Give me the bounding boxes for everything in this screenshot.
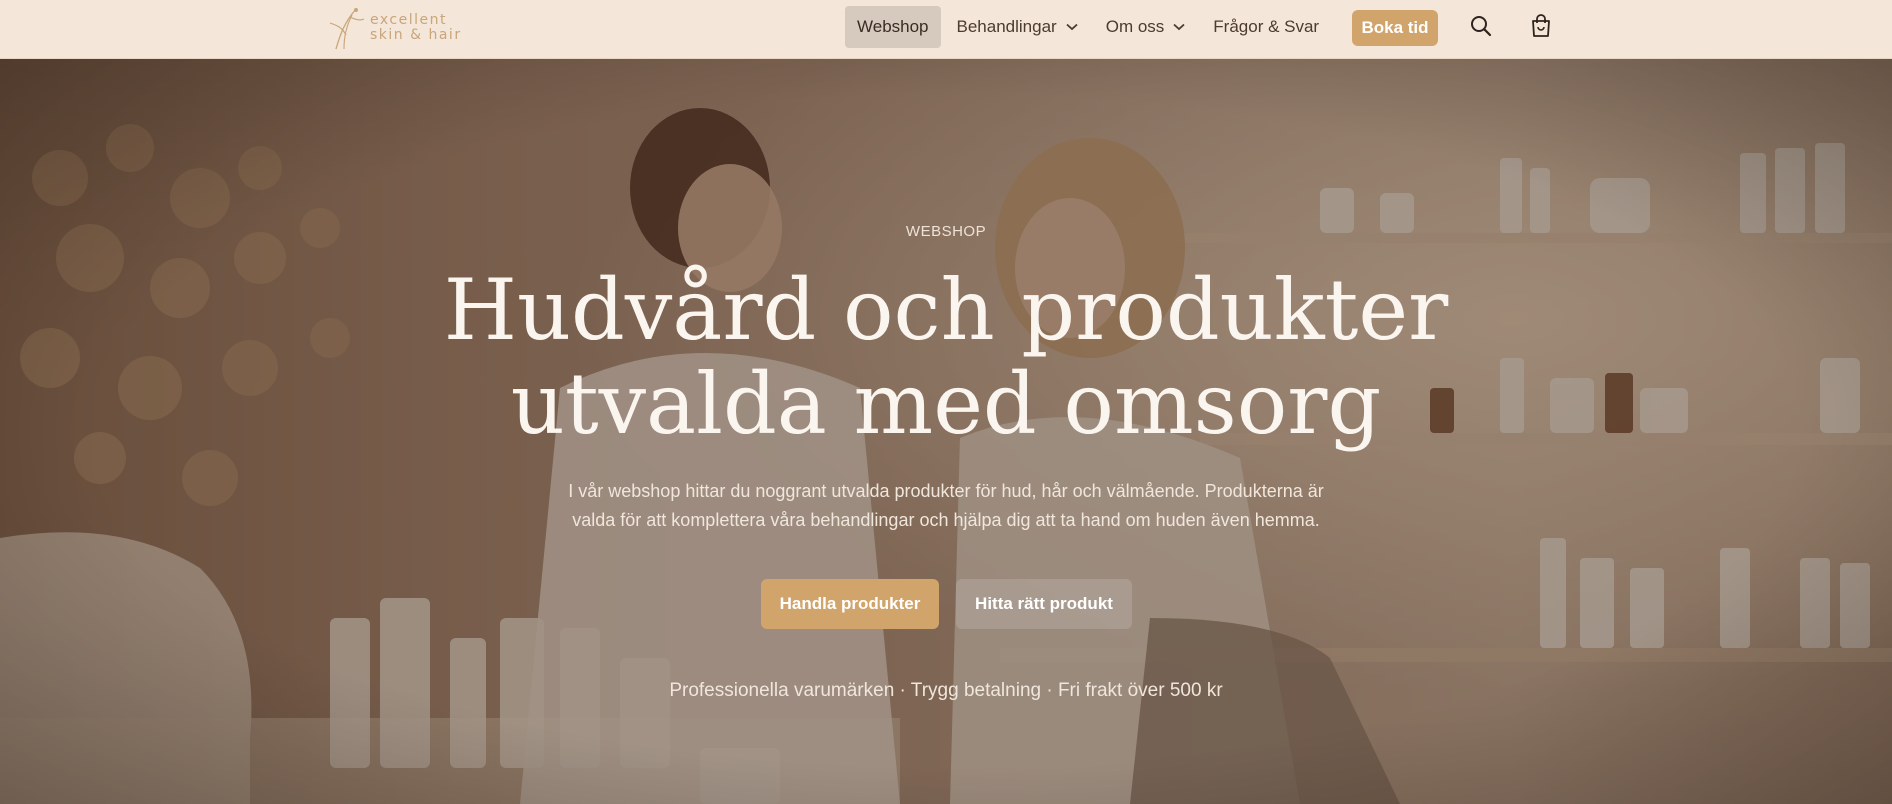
hero-content: WEBSHOP Hudvård och produkter utvalda me… [0, 58, 1892, 804]
nav-item-behandlingar[interactable]: Behandlingar [945, 6, 1090, 48]
logo-line-1: excellent [370, 12, 447, 28]
book-appointment-button[interactable]: Boka tid [1352, 10, 1438, 46]
hero-description: I vår webshop hittar du noggrant utvalda… [526, 477, 1366, 535]
shop-products-button[interactable]: Handla produkter [761, 579, 939, 629]
find-product-button[interactable]: Hitta rätt produkt [956, 579, 1132, 629]
nav-item-webshop[interactable]: Webshop [845, 6, 941, 48]
nav-item-label: Webshop [857, 17, 929, 36]
page: excellent skin & hair Webshop Behandling… [0, 0, 1892, 804]
trust-line: Professionella varumärken · Trygg betaln… [669, 680, 1223, 701]
logo-line-2: skin & hair [370, 27, 462, 43]
main-nav: Webshop Behandlingar Om oss Frågor & Sva… [845, 6, 1335, 48]
hero-section: WEBSHOP Hudvård och produkter utvalda me… [0, 58, 1892, 804]
nav-item-fragor-svar[interactable]: Frågor & Svar [1201, 6, 1331, 48]
search-icon[interactable] [1468, 13, 1494, 39]
nav-item-label: Frågor & Svar [1213, 17, 1320, 36]
hero-headline-line-2: utvalda med omsorg [510, 355, 1382, 453]
hero-description-line-2: valda för att komplettera våra behandlin… [572, 510, 1320, 530]
logo-mark-icon [329, 8, 365, 50]
hero-headline: Hudvård och produkter utvalda med omsorg [346, 263, 1546, 451]
logo-text: excellent skin & hair [370, 13, 462, 43]
chevron-down-icon [1066, 23, 1078, 31]
hero-description-line-1: I vår webshop hittar du noggrant utvalda… [568, 481, 1324, 501]
chevron-down-icon [1173, 23, 1185, 31]
nav-item-label: Om oss [1105, 17, 1165, 36]
hero-eyebrow: WEBSHOP [905, 223, 987, 240]
nav-item-label: Behandlingar [956, 17, 1057, 36]
site-header: excellent skin & hair Webshop Behandling… [0, 0, 1892, 59]
nav-item-om-oss[interactable]: Om oss [1094, 6, 1198, 48]
logo[interactable]: excellent skin & hair [322, 5, 482, 51]
hero-headline-line-1: Hudvård och produkter [443, 261, 1449, 359]
shopping-bag-icon[interactable] [1528, 13, 1554, 39]
